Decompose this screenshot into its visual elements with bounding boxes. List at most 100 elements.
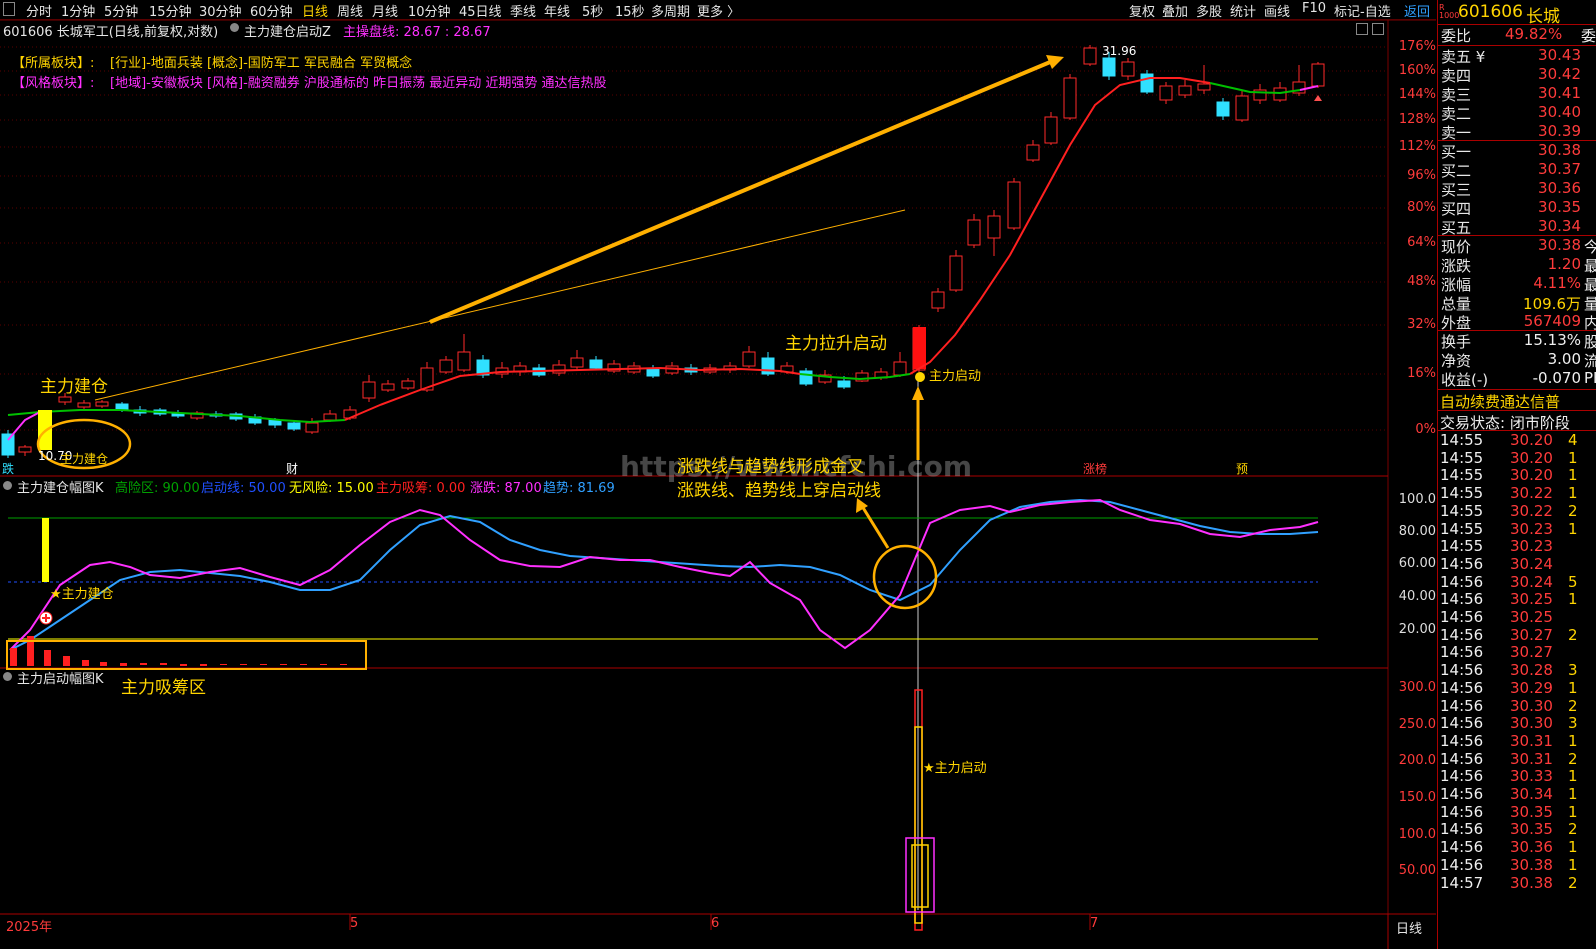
tick-time: 14:55	[1440, 484, 1484, 503]
period-label[interactable]: 日线	[1396, 918, 1422, 937]
tick-row: 14:56 30.35 2	[1438, 820, 1596, 838]
tick-volume: 1	[1568, 466, 1578, 485]
stats-value: 4.11%	[1533, 274, 1581, 292]
absorb-bar	[44, 650, 51, 666]
candle-body	[589, 359, 603, 369]
indicator1-name[interactable]: 主力建仓幅图K	[17, 477, 104, 496]
cost-line-label: 主操盘线: 28.67 : 28.67	[343, 25, 491, 40]
annotation-build-small: 主力建仓	[60, 452, 109, 466]
tick-time: 14:56	[1440, 696, 1484, 715]
change-line-magenta	[9, 498, 1319, 651]
tick-time: 14:56	[1440, 802, 1484, 821]
indicator2-dot-icon[interactable]	[3, 672, 12, 681]
candle-body	[1063, 77, 1077, 119]
stats2-value: -0.070	[1532, 369, 1581, 387]
exchange-badge-icon: R 1000	[1439, 3, 1460, 20]
tick-time: 14:56	[1440, 572, 1484, 591]
absorb-bar	[160, 663, 167, 665]
tick-time: 14:56	[1440, 608, 1484, 626]
stats2-label: 净资	[1441, 352, 1472, 370]
indicator2-name[interactable]: 主力启动幅图K	[17, 668, 104, 687]
asks-row: 卖四 30.42	[1438, 65, 1596, 85]
tick-row: 14:55 30.23 1	[1438, 520, 1596, 538]
tick-row: 14:56 30.34 1	[1438, 785, 1596, 803]
absorb-bar	[260, 664, 267, 665]
stats-row: 总量 109.6万量	[1438, 293, 1596, 313]
annotation-high-price: 31.96	[1102, 44, 1137, 58]
price-axis-label: 0%	[1415, 422, 1436, 437]
style-tag: 【风格板块】:	[12, 76, 95, 91]
stats2-row: 净资 3.00 流	[1438, 350, 1596, 370]
current-price-marker	[1314, 95, 1322, 101]
tick-time: 14:56	[1440, 731, 1484, 750]
tick-row: 14:56 30.27	[1438, 643, 1596, 661]
notice-text[interactable]: 自动续费通达信普	[1440, 391, 1560, 412]
tick-volume: 2	[1568, 749, 1578, 768]
indicator1-dot-icon[interactable]	[3, 481, 12, 490]
tick-time: 14:56	[1440, 749, 1484, 768]
bids-value: 30.36	[1538, 179, 1581, 197]
tick-row: 14:55 30.22 1	[1438, 484, 1596, 502]
stats-row: 涨跌 1.20 最	[1438, 255, 1596, 275]
tick-row: 14:57 30.38 2	[1438, 874, 1596, 892]
candle-body	[987, 215, 1001, 239]
indicator1-axis-label: 60.00	[1398, 556, 1436, 571]
window-max-icon[interactable]	[1372, 23, 1384, 35]
asks-value: 30.40	[1538, 103, 1581, 121]
cross-arrow	[860, 505, 890, 549]
tick-volume: 1	[1568, 855, 1578, 874]
tick-price: 30.30	[1510, 696, 1553, 715]
start-coin-icon	[915, 372, 925, 382]
tick-volume: 2	[1568, 501, 1578, 520]
tick-row: 14:55 30.20 4	[1438, 431, 1596, 449]
stats-extra: 量	[1584, 295, 1596, 313]
tick-time: 14:56	[1440, 625, 1484, 644]
bids-row: 买五 30.34	[1438, 217, 1596, 237]
stats-extra: 最	[1584, 276, 1596, 294]
bids-value: 30.38	[1538, 141, 1581, 159]
price-axis-label: 128%	[1398, 112, 1436, 127]
candle-body	[1102, 57, 1116, 77]
event-cai-label: 财	[286, 462, 299, 476]
tick-price: 30.30	[1510, 714, 1553, 733]
indicator-name[interactable]: 主力建仓启动Z	[244, 21, 331, 40]
tick-time: 14:55	[1440, 466, 1484, 485]
tick-time: 14:56	[1440, 714, 1484, 733]
golden-cross-circle	[872, 544, 938, 610]
candle-body	[1197, 83, 1211, 91]
tick-row: 14:56 30.24 5	[1438, 573, 1596, 591]
bids-label: 买四	[1441, 200, 1472, 218]
tick-time: 14:56	[1440, 554, 1484, 573]
tick-time: 14:56	[1440, 678, 1484, 697]
price-axis-label: 80%	[1407, 200, 1436, 215]
tick-time: 14:56	[1440, 785, 1484, 803]
bids-label: 买二	[1441, 162, 1472, 180]
tick-volume: 3	[1568, 714, 1578, 733]
tick-row: 14:56 30.29 1	[1438, 679, 1596, 697]
candle-body	[77, 402, 91, 408]
stats2-label: 换手	[1441, 333, 1472, 351]
tick-row: 14:56 30.25	[1438, 608, 1596, 626]
indicator-dot-icon[interactable]	[230, 23, 239, 32]
stats-label: 涨幅	[1441, 276, 1472, 294]
event-die-label: 跌	[2, 462, 15, 476]
stats-row: 现价 30.38 今	[1438, 236, 1596, 256]
tick-price: 30.22	[1510, 484, 1553, 503]
tick-row: 14:56 30.33 1	[1438, 767, 1596, 785]
asks-row: 卖二 30.40	[1438, 103, 1596, 123]
stats-label: 总量	[1441, 295, 1472, 313]
tick-price: 30.31	[1510, 749, 1553, 768]
bids-label: 买三	[1441, 181, 1472, 199]
asks-value: 30.42	[1538, 65, 1581, 83]
tick-row: 14:55 30.20 1	[1438, 466, 1596, 484]
asks-label: 卖四	[1441, 67, 1472, 85]
start-arrow-head	[912, 386, 924, 400]
absorb-bar	[63, 656, 70, 666]
trend-line-blue	[9, 498, 1319, 651]
window-close-icon[interactable]	[1356, 23, 1368, 35]
price-axis-label: 32%	[1407, 317, 1436, 332]
tick-volume: 1	[1568, 767, 1578, 786]
tick-price: 30.20	[1510, 448, 1553, 467]
tick-volume: 1	[1568, 678, 1578, 697]
style-value: [地域]-安徽板块 [风格]-融资融券 沪股通标的 昨日振荡 最近异动 近期强势…	[110, 76, 607, 91]
